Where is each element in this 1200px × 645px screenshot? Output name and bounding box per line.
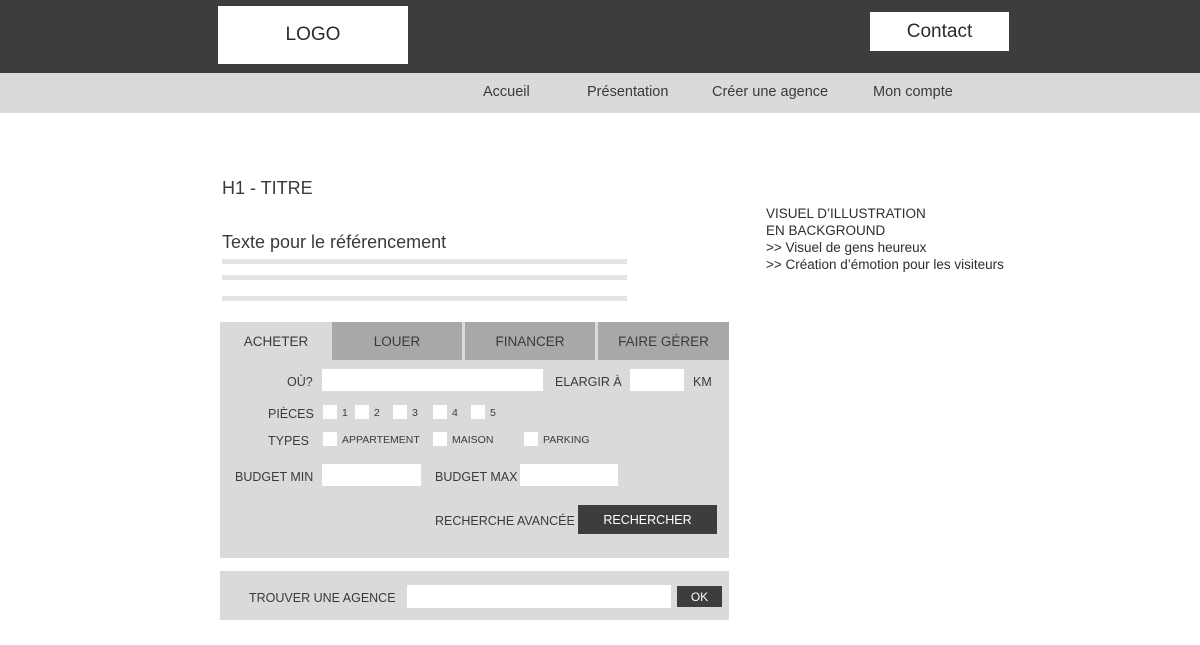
type-checkbox-parking[interactable] [524,432,538,446]
agency-search-input[interactable] [407,585,671,608]
rooms-checkbox-4[interactable] [433,405,447,419]
seo-text-placeholder-line [222,275,627,280]
nav-item-accueil[interactable]: Accueil [483,73,530,113]
rooms-option-label: 3 [412,407,418,419]
rooms-checkbox-5[interactable] [471,405,485,419]
contact-button[interactable]: Contact [870,12,1009,51]
illustration-note-line: >> Création d’émotion pour les visiteurs [766,257,1004,272]
where-label: OÙ? [287,375,313,389]
illustration-note-line: EN BACKGROUND [766,223,886,238]
search-panel: ACHETER LOUER FINANCER FAIRE GÉRER OÙ? E… [220,322,729,558]
budget-min-input[interactable] [322,464,421,486]
search-button[interactable]: RECHERCHER [578,505,717,534]
top-bar: LOGO Contact [0,0,1200,73]
agency-ok-button[interactable]: OK [677,586,722,607]
type-checkbox-appartement[interactable] [323,432,337,446]
main-navigation: Accueil Présentation Créer une agence Mo… [0,73,1200,113]
rooms-option-label: 1 [342,407,348,419]
type-option-label: MAISON [452,434,494,446]
budget-min-label: BUDGET MIN [235,470,314,484]
types-label: TYPES [268,434,309,448]
rooms-label: PIÈCES [268,407,314,421]
illustration-note-line: VISUEL D’ILLUSTRATION [766,206,926,221]
rooms-checkbox-3[interactable] [393,405,407,419]
rooms-checkbox-1[interactable] [323,405,337,419]
nav-item-mon-compte[interactable]: Mon compte [873,73,953,113]
agency-finder: TROUVER UNE AGENCE OK [220,571,729,620]
type-option-label: PARKING [543,434,590,446]
tab-financer[interactable]: FINANCER [465,322,595,360]
advanced-search-link[interactable]: RECHERCHE AVANCÉE [435,514,575,528]
nav-item-presentation[interactable]: Présentation [587,73,668,113]
tab-faire-gerer[interactable]: FAIRE GÉRER [598,322,729,360]
type-option-label: APPARTEMENT [342,434,420,446]
nav-item-creer-agence[interactable]: Créer une agence [712,73,828,113]
budget-max-label: BUDGET MAX [435,470,518,484]
widen-label: ELARGIR À [555,375,622,389]
agency-finder-label: TROUVER UNE AGENCE [249,591,396,605]
seo-text-placeholder-line [222,259,627,264]
tab-acheter[interactable]: ACHETER [220,322,332,360]
rooms-option-label: 2 [374,407,380,419]
budget-max-input[interactable] [520,464,618,486]
km-label: KM [693,375,712,389]
where-input[interactable] [322,369,543,391]
rooms-option-label: 5 [490,407,496,419]
logo[interactable]: LOGO [218,6,408,64]
rooms-checkbox-2[interactable] [355,405,369,419]
rooms-option-label: 4 [452,407,458,419]
widen-distance-input[interactable] [630,369,684,391]
illustration-note-line: >> Visuel de gens heureux [766,240,927,255]
tab-louer[interactable]: LOUER [332,322,462,360]
seo-text-title: Texte pour le référencement [222,232,447,252]
illustration-note: VISUEL D’ILLUSTRATION EN BACKGROUND >> V… [766,205,1004,273]
seo-text-placeholder-line [222,296,627,301]
type-checkbox-maison[interactable] [433,432,447,446]
page-title: H1 - TITRE [222,178,313,198]
